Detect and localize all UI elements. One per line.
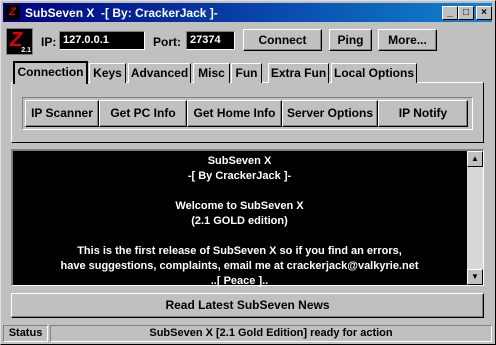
ip-notify-button[interactable]: IP Notify: [378, 100, 468, 127]
window-title: SubSeven X -[ By: CrackerJack ]-: [25, 6, 218, 20]
status-text: SubSeven X [2.1 Gold Edition] ready for …: [50, 325, 492, 342]
tab-advanced[interactable]: Advanced: [128, 63, 191, 83]
tab-local-options[interactable]: Local Options: [331, 63, 417, 83]
message-textarea[interactable]: SubSeven X -[ By CrackerJack ]- Welcome …: [11, 149, 484, 287]
status-label: Status: [3, 325, 48, 342]
maximize-button[interactable]: □: [458, 6, 474, 20]
app-icon[interactable]: Z: [5, 5, 20, 20]
ip-input[interactable]: 127.0.0.1: [59, 31, 145, 50]
ip-scanner-button[interactable]: IP Scanner: [25, 100, 99, 127]
title-bar[interactable]: Z SubSeven X -[ By: CrackerJack ]- _ □ ×: [3, 3, 492, 22]
scroll-up-icon[interactable]: ▲: [467, 151, 483, 167]
server-options-button[interactable]: Server Options: [282, 100, 378, 127]
minimize-button[interactable]: _: [442, 6, 458, 20]
connect-button[interactable]: Connect: [243, 29, 322, 51]
ip-label: IP:: [41, 35, 57, 49]
vertical-scrollbar[interactable]: ▲ ▼: [467, 151, 483, 285]
app-logo: Z 2.1: [6, 28, 33, 55]
tab-keys[interactable]: Keys: [89, 63, 126, 83]
tab-misc[interactable]: Misc: [193, 63, 230, 83]
get-home-info-button[interactable]: Get Home Info: [187, 100, 282, 127]
ping-button[interactable]: Ping: [329, 29, 372, 51]
tab-connection[interactable]: Connection: [13, 61, 88, 84]
logo-version: 2.1: [21, 47, 31, 54]
port-input[interactable]: 27374: [186, 31, 235, 50]
message-text: SubSeven X -[ By CrackerJack ]- Welcome …: [60, 155, 419, 287]
tab-fun[interactable]: Fun: [231, 63, 262, 83]
close-button[interactable]: ×: [476, 6, 492, 20]
scroll-down-icon[interactable]: ▼: [467, 269, 483, 285]
tab-extra-fun[interactable]: Extra Fun: [268, 63, 329, 83]
more-button[interactable]: More...: [378, 29, 437, 51]
read-news-button[interactable]: Read Latest SubSeven News: [11, 293, 484, 318]
get-pc-info-button[interactable]: Get PC Info: [99, 100, 187, 127]
port-label: Port:: [153, 35, 181, 49]
